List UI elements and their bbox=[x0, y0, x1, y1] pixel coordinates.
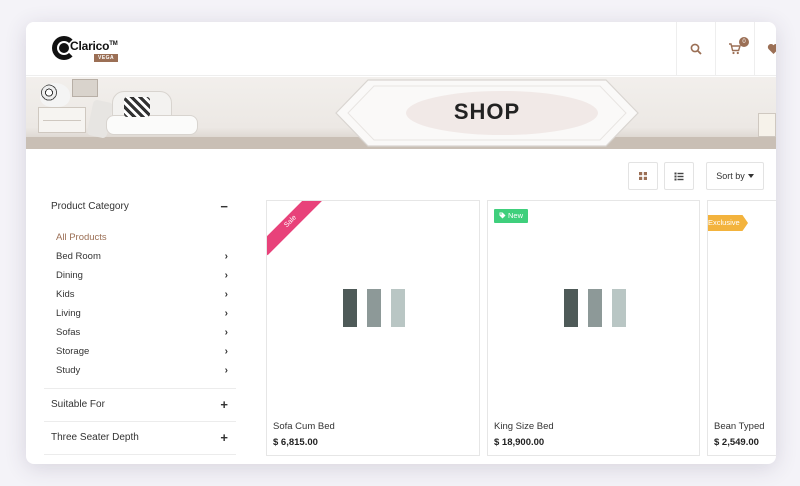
category-item-all-products[interactable]: All Products bbox=[44, 228, 236, 247]
chevron-right-icon: › bbox=[224, 289, 228, 300]
category-label: Sofas bbox=[56, 327, 81, 338]
category-label: Study bbox=[56, 365, 81, 376]
category-list: All Products Bed Room › Dining › Kids › Liv… bbox=[44, 228, 236, 380]
product-image-placeholder bbox=[564, 289, 626, 327]
grid-icon bbox=[639, 172, 647, 180]
heart-icon bbox=[767, 43, 776, 54]
shop-banner: SHOP bbox=[26, 77, 776, 149]
cabinet-image bbox=[38, 107, 86, 133]
chevron-right-icon: › bbox=[224, 346, 228, 357]
sort-label: Sort by bbox=[716, 171, 745, 181]
category-item-dining[interactable]: Dining › bbox=[44, 266, 236, 285]
product-name[interactable]: King Size Bed bbox=[494, 421, 554, 432]
product-price: $ 6,815.00 bbox=[273, 437, 318, 448]
filter-sidebar: Product Category − All Products Bed Room… bbox=[44, 196, 236, 455]
product-image-placeholder bbox=[343, 289, 405, 327]
side-table-image bbox=[758, 113, 776, 137]
clarico-logo[interactable]: ClaricoTM VEGA bbox=[52, 36, 162, 68]
chevron-right-icon: › bbox=[224, 327, 228, 338]
cart-button[interactable]: 0 bbox=[715, 22, 753, 76]
flower-vase-image bbox=[40, 83, 70, 107]
exclusive-badge: Exclusive bbox=[708, 215, 748, 231]
plus-icon[interactable]: + bbox=[220, 389, 228, 421]
category-label: Bed Room bbox=[56, 251, 101, 262]
cart-count-badge: 0 bbox=[739, 37, 749, 47]
category-item-kids[interactable]: Kids › bbox=[44, 285, 236, 304]
new-badge: New bbox=[494, 209, 529, 223]
plus-icon[interactable]: + bbox=[220, 422, 228, 454]
page-title: SHOP bbox=[453, 99, 521, 124]
category-item-sofas[interactable]: Sofas › bbox=[44, 323, 236, 342]
chevron-right-icon: › bbox=[224, 308, 228, 319]
chevron-right-icon: › bbox=[224, 251, 228, 262]
filter-three-seater-depth[interactable]: Three Seater Depth + bbox=[44, 422, 236, 454]
product-card[interactable]: Sale Sofa Cum Bed $ 6,815.00 bbox=[266, 200, 480, 456]
divider bbox=[44, 454, 236, 455]
list-icon bbox=[674, 172, 684, 180]
product-price: $ 18,900.00 bbox=[494, 437, 545, 448]
sale-ribbon: Sale bbox=[267, 201, 325, 256]
site-header: ClaricoTM VEGA 0 bbox=[26, 22, 776, 76]
filter-suitable-for[interactable]: Suitable For + bbox=[44, 389, 236, 421]
category-label: All Products bbox=[56, 232, 107, 243]
category-label: Living bbox=[56, 308, 81, 319]
category-title: Product Category bbox=[51, 201, 129, 212]
pillow-image bbox=[124, 97, 150, 117]
category-item-study[interactable]: Study › bbox=[44, 361, 236, 380]
category-label: Dining bbox=[56, 270, 83, 281]
search-icon bbox=[690, 43, 702, 55]
list-view-button[interactable] bbox=[664, 162, 694, 190]
wall-frame-image bbox=[72, 79, 98, 97]
product-name[interactable]: Bean Typed bbox=[714, 421, 765, 432]
sort-by-dropdown[interactable]: Sort by bbox=[706, 162, 764, 190]
tag-icon bbox=[499, 212, 506, 219]
category-item-storage[interactable]: Storage › bbox=[44, 342, 236, 361]
filter-label: Suitable For bbox=[51, 399, 105, 410]
minus-icon[interactable]: − bbox=[220, 196, 228, 218]
grid-view-button[interactable] bbox=[628, 162, 658, 190]
logo-name: Clarico bbox=[70, 39, 110, 53]
search-button[interactable] bbox=[676, 22, 714, 76]
category-item-living[interactable]: Living › bbox=[44, 304, 236, 323]
caret-down-icon bbox=[747, 174, 754, 178]
logo-tag: VEGA bbox=[94, 54, 119, 62]
logo-tm: TM bbox=[109, 41, 118, 47]
category-label: Kids bbox=[56, 289, 75, 300]
product-card[interactable]: Exclusive Bean Typed $ 2,549.00 bbox=[707, 200, 776, 456]
product-price: $ 2,549.00 bbox=[714, 437, 759, 448]
chevron-right-icon: › bbox=[224, 365, 228, 376]
product-name[interactable]: Sofa Cum Bed bbox=[273, 421, 335, 432]
chevron-right-icon: › bbox=[224, 270, 228, 281]
new-badge-label: New bbox=[508, 211, 524, 220]
wishlist-button[interactable] bbox=[754, 22, 776, 76]
browser-window: ClaricoTM VEGA 0 SHOP Sort by Product Ca… bbox=[26, 22, 776, 464]
category-item-bed-room[interactable]: Bed Room › bbox=[44, 247, 236, 266]
category-header[interactable]: Product Category − bbox=[44, 196, 236, 218]
product-card[interactable]: New King Size Bed $ 18,900.00 bbox=[487, 200, 700, 456]
category-label: Storage bbox=[56, 346, 90, 357]
filter-label: Three Seater Depth bbox=[51, 432, 139, 443]
